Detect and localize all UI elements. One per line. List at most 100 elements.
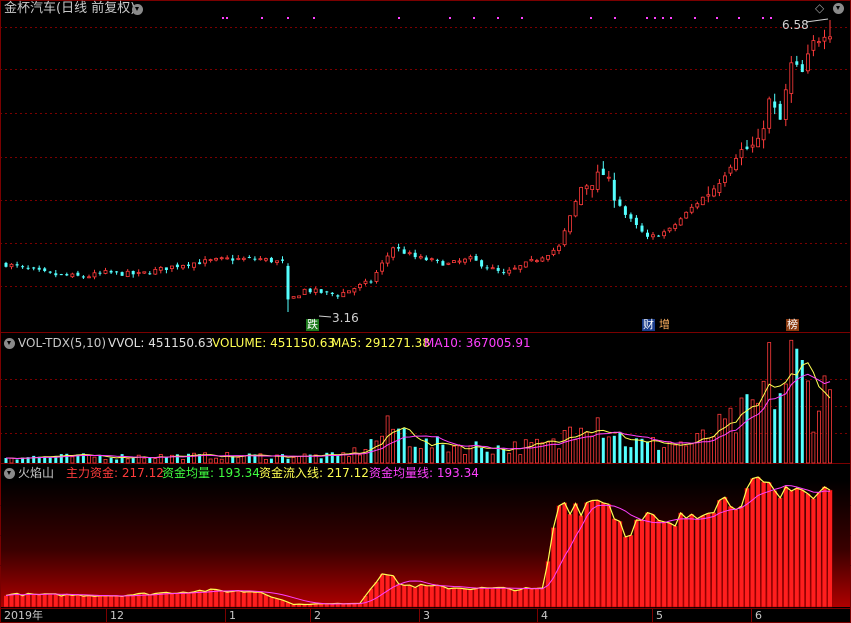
volume-bar (579, 427, 583, 464)
event-marker (222, 17, 224, 19)
axis-label-may: 5 (656, 609, 663, 622)
volume-bar (723, 418, 727, 464)
fund-bar (58, 595, 64, 608)
event-marker (614, 17, 616, 19)
volume-bar (352, 447, 357, 464)
event-marker (716, 17, 718, 19)
fund-bar (69, 595, 75, 608)
fund-bar (705, 513, 711, 608)
fund-bar (634, 519, 639, 608)
candle-body-down (502, 272, 506, 274)
fund-bar (186, 592, 191, 608)
fund-bar (534, 588, 540, 608)
fund-bar (42, 593, 48, 608)
volume-bar (9, 457, 14, 464)
candle-body-down (281, 259, 284, 261)
candle-body-down (187, 264, 190, 266)
candle-body-up (407, 252, 412, 255)
high-price-label: 6.58 (782, 18, 809, 32)
volume-bar (795, 348, 799, 463)
candle-body-down (485, 267, 489, 269)
candle-body-down (59, 274, 63, 276)
diamond-icon[interactable]: ◇ (815, 1, 824, 15)
event-tag-increase[interactable]: 增 (658, 319, 671, 331)
candle-body-down (435, 259, 439, 261)
candle-body-up (297, 295, 302, 299)
fund-bar (202, 591, 208, 608)
fund-bar (678, 512, 684, 608)
candle-body-up (490, 267, 495, 270)
volume-bar (657, 449, 661, 463)
volume-bar (595, 417, 600, 464)
candle-body-up (529, 258, 534, 262)
chevron-down-icon[interactable] (833, 3, 844, 14)
event-tag-drop[interactable]: 跌 (306, 319, 319, 331)
candle-body-down (402, 249, 406, 254)
fund-bar (788, 490, 794, 608)
candle-body-up (136, 272, 141, 274)
candle-body-up (341, 291, 346, 298)
candle-body-down (109, 270, 113, 273)
candle-body-down (795, 61, 799, 65)
candle-body-down (26, 267, 30, 269)
fund-bar (14, 593, 20, 608)
event-tag-rank[interactable]: 榜 (786, 319, 799, 331)
volume-bar (369, 439, 373, 463)
volume-bar (684, 445, 689, 464)
fire-indicator-name: 火焰山 (18, 466, 55, 480)
fund-bar (733, 509, 739, 608)
volume-bar (98, 455, 102, 463)
fund-bar (191, 591, 197, 608)
candle-body-up (418, 256, 423, 259)
candle-body-up (468, 256, 473, 260)
fund-bar (490, 587, 496, 608)
event-marker (287, 17, 289, 19)
event-tag-finance[interactable]: 财 (642, 319, 655, 331)
fund-bar (446, 588, 451, 608)
candle-body-up (590, 185, 595, 191)
candle-body-up (429, 258, 434, 261)
fund-bar (92, 596, 97, 608)
candle-body-down (15, 264, 19, 266)
candle-body-up (546, 254, 550, 260)
axis-label-jan: 1 (229, 609, 236, 622)
fund-bar (36, 594, 42, 608)
volume-bar (291, 456, 296, 464)
volume-bar (142, 457, 147, 464)
candle-body-up (258, 258, 263, 261)
fund-bar (628, 535, 634, 608)
candle-body-up (728, 166, 733, 174)
chevron-down-icon[interactable] (132, 4, 143, 15)
volume-bar (828, 389, 832, 464)
fund-bar (412, 587, 418, 608)
candle-body-down (21, 266, 25, 268)
chevron-down-icon[interactable] (4, 468, 15, 479)
fund-bar (114, 595, 120, 608)
event-marker (521, 17, 523, 19)
chart-canvas[interactable] (0, 0, 851, 623)
inflow-line-value: 资金流入线: 217.12 (259, 466, 369, 480)
low-price-label: 3.16 (332, 311, 359, 325)
volume-bar (153, 458, 158, 464)
candle-body-down (474, 256, 478, 261)
volume-bar (646, 441, 649, 463)
volume-bar (745, 394, 749, 463)
candle-body-down (247, 257, 251, 258)
axis-label-feb: 2 (314, 609, 321, 622)
candle-body-up (203, 259, 208, 264)
event-marker (770, 17, 772, 19)
fund-bar (451, 587, 457, 608)
candle-body-up (169, 265, 174, 269)
fund-bar (457, 588, 462, 608)
fund-bar (711, 512, 717, 608)
volume-bar (485, 451, 489, 463)
volume-bar (385, 415, 390, 464)
candle-body-up (352, 288, 357, 293)
candle-body-up (380, 262, 385, 272)
chevron-down-icon[interactable] (4, 338, 15, 349)
candle-body-down (629, 214, 633, 219)
candle-body-down (48, 271, 52, 273)
fund-bar (47, 593, 53, 608)
candle-body-up (584, 185, 589, 190)
candle-body-up (739, 149, 744, 159)
